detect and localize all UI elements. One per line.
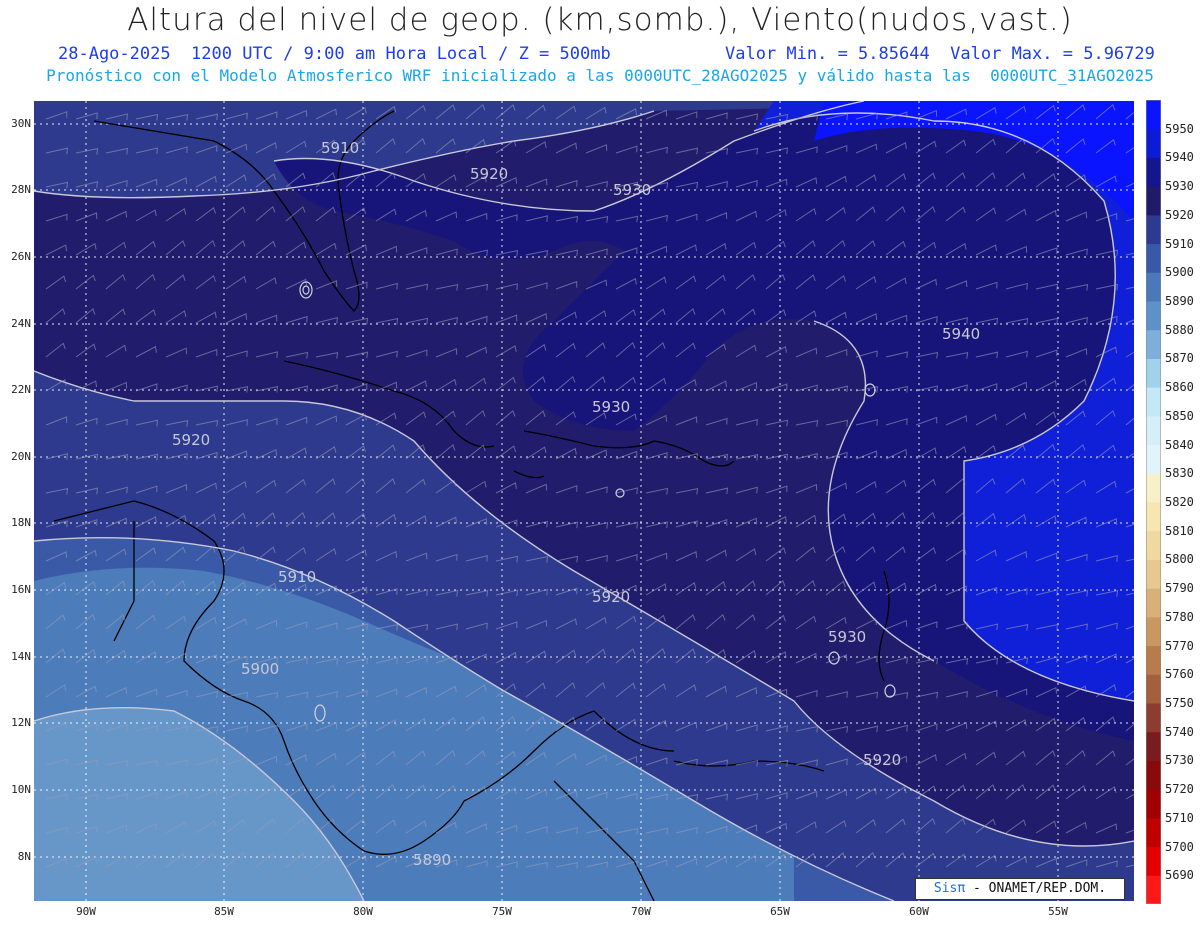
colorbar-label: 5730 (1165, 753, 1194, 768)
colorbar-swatch (1146, 645, 1161, 675)
contour-label: 5910 (278, 568, 316, 586)
lat-label: 18N (11, 516, 31, 529)
colorbar-swatch (1146, 329, 1161, 359)
lat-label: 22N (11, 383, 31, 396)
colorbar-swatch (1146, 186, 1161, 216)
colorbar-label: 5770 (1165, 638, 1194, 653)
colorbar-label: 5880 (1165, 322, 1194, 337)
contour-label: 5930 (828, 628, 866, 646)
lat-label: 10N (11, 783, 31, 796)
colorbar-label: 5690 (1165, 868, 1194, 883)
colorbar-swatch (1146, 616, 1161, 647)
colorbar (1146, 100, 1161, 904)
min-max-values: Valor Min. = 5.85644 Valor Max. = 5.9672… (725, 44, 1155, 64)
colorbar-swatch (1146, 128, 1161, 158)
colorbar-swatch (1146, 157, 1161, 187)
colorbar-swatch (1146, 875, 1161, 904)
contour-label: 5890 (413, 851, 451, 869)
colorbar-swatch (1146, 530, 1161, 560)
colorbar-label: 5870 (1165, 351, 1194, 366)
lon-label: 90W (76, 905, 96, 918)
colorbar-label: 5800 (1165, 552, 1194, 567)
colorbar-label: 5740 (1165, 724, 1194, 739)
colorbar-swatch (1146, 444, 1161, 474)
geopotential-map: 5910 5920 5930 5940 5930 5920 5910 5920 … (34, 101, 1134, 901)
lat-label: 26N (11, 250, 31, 263)
lat-label: 14N (11, 650, 31, 663)
colorbar-label: 5720 (1165, 782, 1194, 797)
colorbar-swatch (1146, 243, 1161, 273)
colorbar-label: 5780 (1165, 609, 1194, 624)
colorbar-swatch (1146, 473, 1161, 503)
colorbar-label: 5930 (1165, 179, 1194, 194)
colorbar-swatch (1146, 846, 1161, 876)
colorbar-label: 5840 (1165, 437, 1194, 452)
lat-label: 12N (11, 716, 31, 729)
colorbar-label: 5890 (1165, 294, 1194, 308)
colorbar-swatch (1146, 789, 1161, 819)
contour-label: 5900 (241, 660, 279, 678)
colorbar-swatch (1146, 502, 1161, 532)
lat-label: 30N (11, 117, 31, 130)
lat-label: 28N (11, 183, 31, 196)
contour-label: 5920 (172, 431, 210, 449)
colorbar-label: 5710 (1165, 810, 1194, 825)
lat-label: 24N (11, 317, 31, 330)
colorbar-swatch (1146, 674, 1161, 704)
lon-label: 80W (353, 905, 373, 918)
colorbar-label: 5750 (1165, 696, 1194, 710)
colorbar-swatch (1146, 760, 1161, 790)
contour-label: 5940 (942, 325, 980, 343)
lat-label: 20N (11, 450, 31, 463)
colorbar-swatch (1146, 817, 1161, 848)
contour-label: 5930 (592, 398, 630, 416)
colorbar-label: 5850 (1165, 408, 1194, 423)
lon-label: 65W (770, 905, 790, 918)
subtitle-row: 28-Ago-2025 1200 UTC / 9:00 am Hora Loca… (0, 44, 1200, 68)
credit-text: - ONAMET/REP.DOM. (965, 881, 1107, 896)
map-title: Altura del nivel de geop. (km,somb.), Vi… (127, 2, 1073, 38)
colorbar-label: 5820 (1165, 495, 1194, 509)
colorbar-swatch (1146, 703, 1161, 733)
contour-label: 5910 (321, 139, 359, 157)
colorbar-swatch (1146, 358, 1161, 388)
lon-label: 85W (214, 905, 234, 918)
contour-label: 5920 (470, 165, 508, 183)
colorbar-swatch (1146, 214, 1161, 245)
lat-label: 16N (11, 583, 31, 596)
credit-box: Sisπ - ONAMET/REP.DOM. (915, 878, 1125, 900)
lon-label: 55W (1048, 905, 1068, 918)
forecast-datetime: 28-Ago-2025 1200 UTC / 9:00 am Hora Loca… (58, 44, 611, 64)
colorbar-swatch (1146, 588, 1161, 618)
colorbar-label: 5940 (1165, 150, 1194, 165)
colorbar-swatch (1146, 731, 1161, 761)
colorbar-label: 5900 (1165, 265, 1194, 280)
contour-label: 5920 (592, 588, 630, 606)
colorbar-swatch (1146, 272, 1161, 302)
colorbar-label: 5950 (1165, 121, 1194, 136)
lon-label: 60W (909, 905, 929, 918)
contour-label: 5930 (613, 181, 651, 199)
colorbar-swatch (1146, 387, 1161, 417)
contour-label: 5920 (863, 751, 901, 769)
colorbar-swatch (1146, 559, 1161, 589)
colorbar-label: 5920 (1165, 207, 1194, 222)
colorbar-swatch (1146, 301, 1161, 331)
lon-label: 70W (631, 905, 651, 918)
colorbar-swatch (1146, 415, 1161, 446)
colorbar-label: 5860 (1165, 380, 1194, 395)
model-info: Pronóstico con el Modelo Atmosferico WRF… (46, 66, 1154, 85)
credit-brand: Sisπ (933, 881, 966, 896)
colorbar-label: 5810 (1165, 523, 1194, 538)
colorbar-label: 5700 (1165, 839, 1194, 854)
lon-label: 75W (492, 905, 512, 918)
colorbar-label: 5760 (1165, 667, 1194, 682)
colorbar-label: 5910 (1165, 236, 1194, 251)
colorbar-label: 5790 (1165, 581, 1194, 596)
colorbar-swatch (1146, 100, 1161, 130)
lat-label: 8N (17, 850, 31, 863)
colorbar-label: 5830 (1165, 466, 1194, 481)
